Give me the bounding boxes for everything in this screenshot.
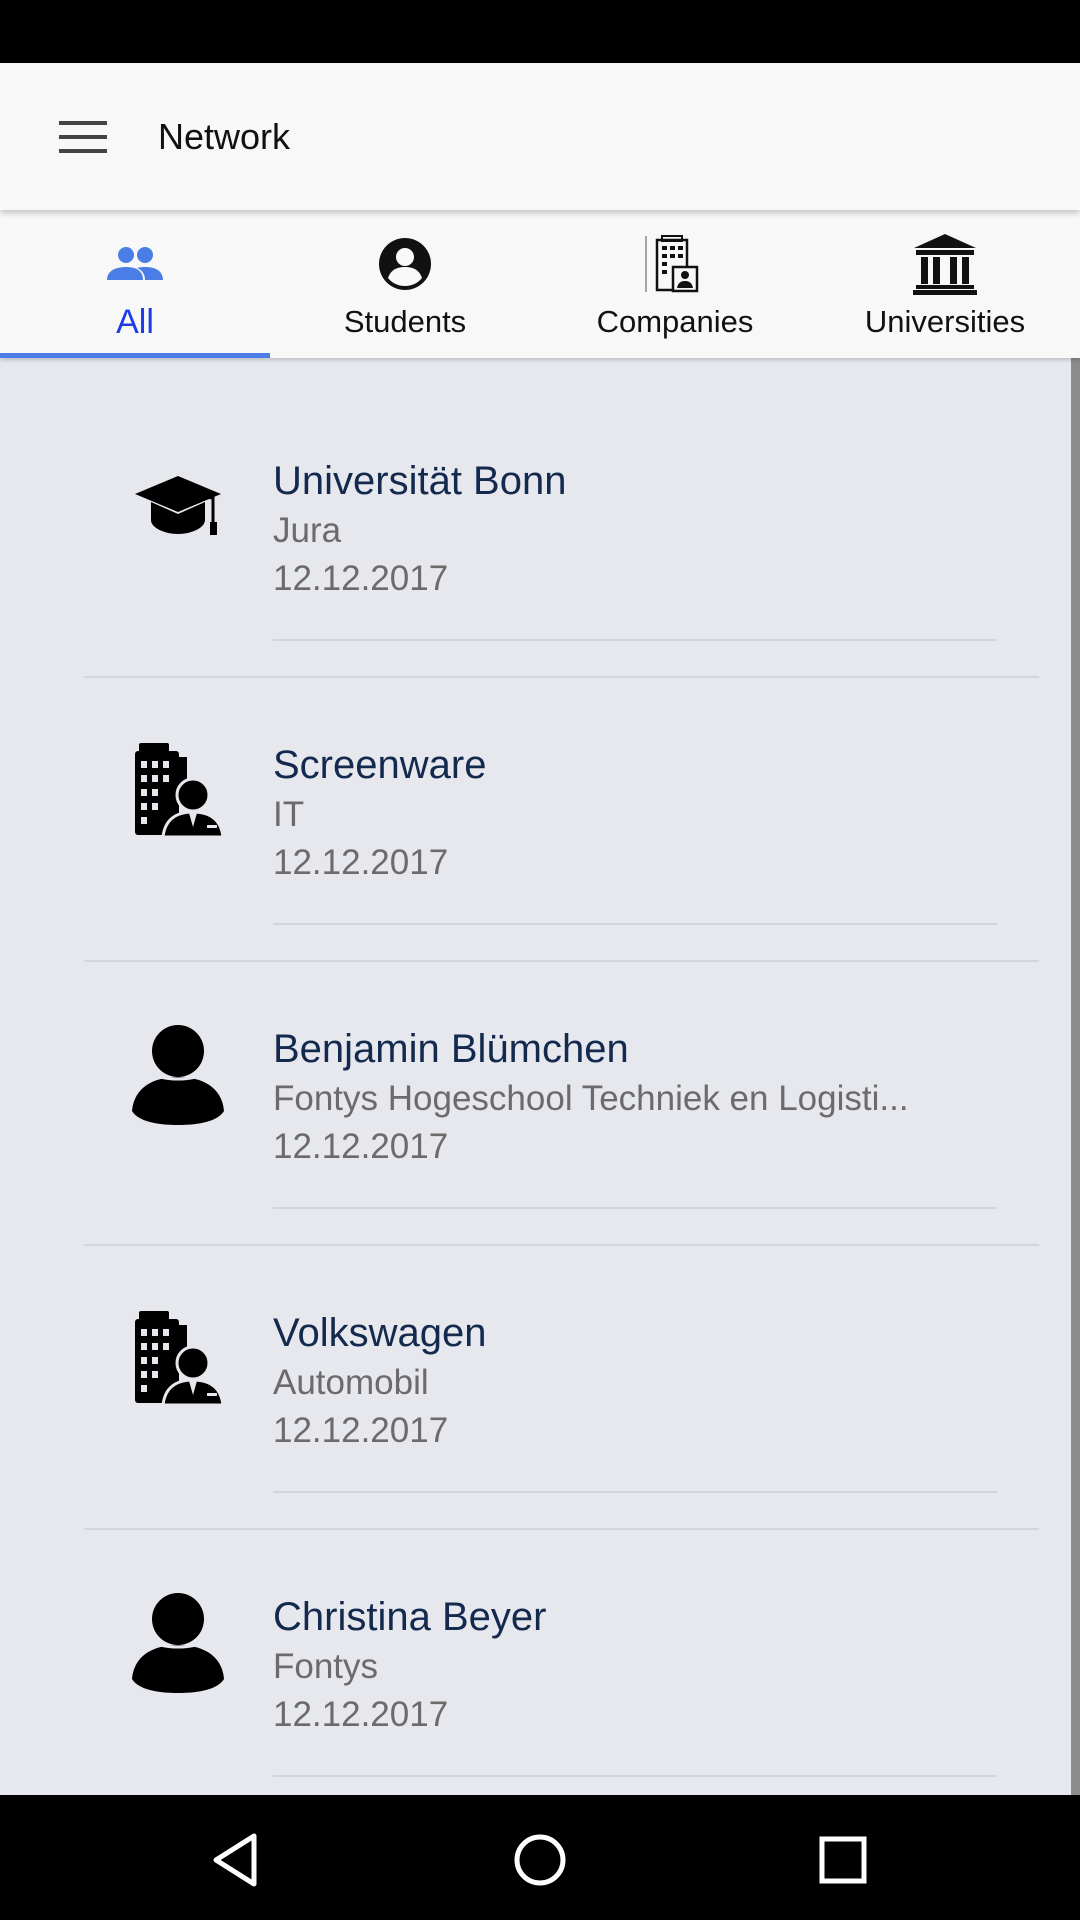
- tab-label-students: Students: [343, 304, 467, 339]
- app-bar: Network: [0, 63, 1080, 210]
- tab-all[interactable]: All: [0, 210, 270, 358]
- page-title: Network: [158, 116, 291, 157]
- item-subtitle: Jura: [273, 511, 342, 550]
- item-date: 12.12.2017: [273, 1695, 449, 1734]
- network-list: Universität Bonn Jura 12.12.2017 Screenw…: [0, 358, 1080, 1795]
- recents-square-icon: [819, 1836, 867, 1884]
- item-name: Volkswagen: [273, 1311, 487, 1355]
- person-icon: [132, 1025, 224, 1125]
- list-item[interactable]: Screenware IT 12.12.2017: [0, 642, 1080, 926]
- people-icon: [107, 247, 163, 280]
- graduation-cap-icon: [135, 476, 221, 535]
- menu-button[interactable]: [46, 103, 122, 171]
- divider: [273, 1491, 997, 1493]
- item-subtitle: IT: [273, 795, 305, 834]
- recents-button[interactable]: [808, 1825, 878, 1895]
- item-subtitle: Fontys: [273, 1647, 379, 1686]
- item-date: 12.12.2017: [273, 1127, 449, 1166]
- divider: [273, 1775, 997, 1777]
- navigation-bar: [0, 1795, 1080, 1920]
- item-name: Christina Beyer: [273, 1595, 547, 1639]
- tab-label-all: All: [116, 303, 154, 341]
- divider: [273, 923, 997, 925]
- home-button[interactable]: [505, 1825, 575, 1895]
- screen: Network All Students Companies Universit…: [0, 0, 1080, 1920]
- list-item[interactable]: Universität Bonn Jura 12.12.2017: [0, 358, 1080, 642]
- item-date: 12.12.2017: [273, 843, 449, 882]
- item-name: Universität Bonn: [273, 459, 567, 503]
- item-date: 12.12.2017: [273, 559, 449, 598]
- home-circle-icon: [514, 1834, 566, 1886]
- item-subtitle: Fontys Hogeschool Techniek en Logisti...: [273, 1079, 909, 1118]
- tab-indicator: [0, 353, 270, 358]
- tab-companies[interactable]: Companies: [540, 210, 810, 358]
- list-item[interactable]: Volkswagen Automobil 12.12.2017: [0, 1210, 1080, 1494]
- person-icon: [132, 1593, 224, 1693]
- company-building-icon: [645, 235, 699, 293]
- tab-students[interactable]: Students: [270, 210, 540, 358]
- university-building-icon: [913, 234, 977, 295]
- company-person-icon: [135, 743, 223, 839]
- item-name: Benjamin Blümchen: [273, 1027, 629, 1071]
- item-subtitle: Automobil: [273, 1363, 429, 1402]
- company-person-icon: [135, 1311, 223, 1407]
- list-item[interactable]: Benjamin Blümchen Fontys Hogeschool Tech…: [0, 926, 1080, 1210]
- status-bar: [0, 0, 1080, 63]
- tab-bar: All Students Companies Universities: [0, 210, 1080, 358]
- divider: [273, 639, 997, 641]
- hamburger-menu-icon: [59, 121, 107, 153]
- tab-label-universities: Universities: [864, 304, 1026, 339]
- tab-universities[interactable]: Universities: [810, 210, 1080, 358]
- item-date: 12.12.2017: [273, 1411, 449, 1450]
- account-circle-icon: [379, 238, 431, 290]
- item-name: Screenware: [273, 743, 487, 787]
- tab-label-companies: Companies: [596, 304, 754, 339]
- divider: [273, 1207, 997, 1209]
- back-triangle-icon: [213, 1833, 257, 1887]
- list-item[interactable]: Christina Beyer Fontys 12.12.2017: [0, 1494, 1080, 1778]
- back-button[interactable]: [200, 1825, 270, 1895]
